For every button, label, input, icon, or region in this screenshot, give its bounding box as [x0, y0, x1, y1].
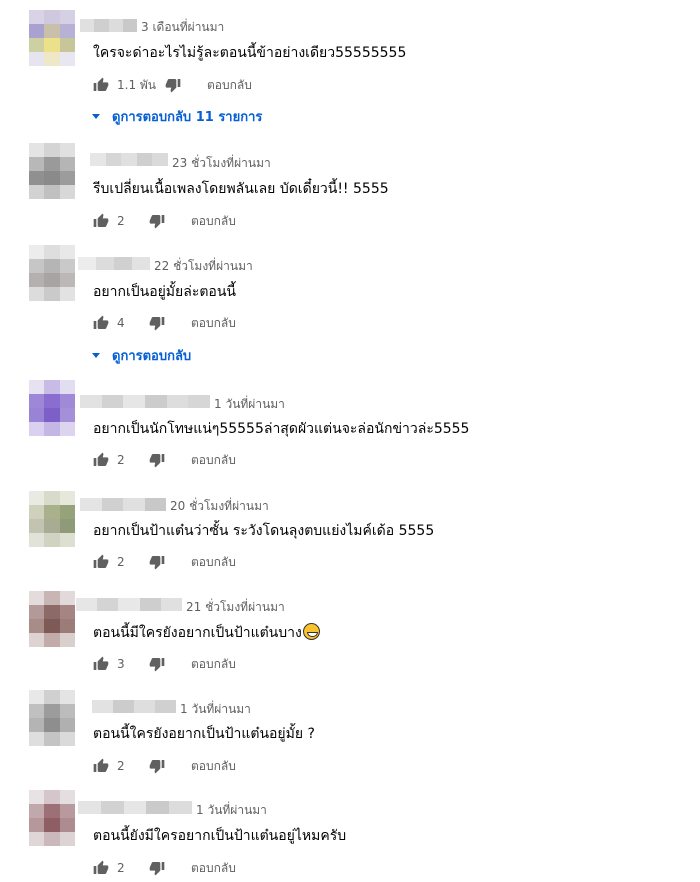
- thumbs-up-icon[interactable]: [93, 860, 109, 876]
- author-name[interactable]: [80, 498, 166, 511]
- author-name[interactable]: [92, 700, 176, 713]
- grinning-emoji-icon: [302, 623, 320, 640]
- author-name[interactable]: [78, 801, 192, 814]
- view-replies-button[interactable]: ดูการตอบกลับ: [92, 345, 191, 366]
- author-name[interactable]: [78, 257, 150, 270]
- reply-button[interactable]: ตอบกลับ: [207, 76, 252, 95]
- like-count: 2: [117, 555, 125, 569]
- avatar[interactable]: [29, 143, 75, 199]
- thumbs-up-icon[interactable]: [93, 452, 109, 468]
- comment-time[interactable]: 23 ชั่วโมงที่ผ่านมา: [172, 154, 271, 173]
- comment-time[interactable]: 1 วันที่ผ่านมา: [214, 395, 285, 414]
- like-count: 2: [117, 453, 125, 467]
- view-replies-label: ดูการตอบกลับ: [112, 349, 192, 364]
- like-count: 2: [117, 861, 125, 875]
- author-name[interactable]: [80, 395, 211, 408]
- like-count: 4: [117, 316, 125, 330]
- thumbs-down-icon[interactable]: [149, 860, 165, 876]
- avatar[interactable]: [29, 245, 75, 301]
- thumbs-down-icon[interactable]: [149, 315, 165, 331]
- reply-button[interactable]: ตอบกลับ: [191, 655, 236, 674]
- comment-time[interactable]: 21 ชั่วโมงที่ผ่านมา: [186, 598, 285, 617]
- reply-button[interactable]: ตอบกลับ: [191, 859, 236, 878]
- comment-actions: 2 ตอบกลับ: [93, 553, 236, 571]
- reply-button[interactable]: ตอบกลับ: [191, 553, 236, 572]
- thumbs-up-icon[interactable]: [93, 315, 109, 331]
- comment-text: ใครจะด่าอะไรไม่รู้ละตอนนี้ข้าอย่างเดียว5…: [93, 45, 407, 61]
- thumbs-down-icon[interactable]: [149, 656, 165, 672]
- thumbs-down-icon[interactable]: [165, 77, 181, 93]
- comment-text: ตอนนี้ยังมีใครอยากเป็นป้าแต๋นอยู่ไหมครับ: [93, 828, 347, 844]
- comment-text: ตอนนี้มีใครยังอยากเป็นป้าแต๋นบาง: [93, 622, 320, 644]
- comment-time[interactable]: 3 เดือนที่ผ่านมา: [141, 18, 224, 37]
- comment-actions: 4 ตอบกลับ: [93, 314, 236, 332]
- comment-time[interactable]: 1 วันที่ผ่านมา: [180, 700, 251, 719]
- thumbs-down-icon[interactable]: [149, 758, 165, 774]
- reply-button[interactable]: ตอบกลับ: [191, 212, 236, 231]
- reply-button[interactable]: ตอบกลับ: [191, 314, 236, 333]
- comment-actions: 2 ตอบกลับ: [93, 212, 236, 230]
- author-name[interactable]: [76, 598, 183, 611]
- comment-actions: 2 ตอบกลับ: [93, 757, 236, 775]
- comment-time[interactable]: 22 ชั่วโมงที่ผ่านมา: [154, 257, 253, 276]
- caret-down-icon: [92, 353, 100, 358]
- comment-actions: 2 ตอบกลับ: [93, 859, 236, 877]
- like-count: 2: [117, 214, 125, 228]
- comment-actions: 3 ตอบกลับ: [93, 655, 236, 673]
- avatar[interactable]: [29, 10, 75, 66]
- avatar[interactable]: [29, 591, 75, 647]
- avatar[interactable]: [29, 790, 75, 846]
- comment-time[interactable]: 20 ชั่วโมงที่ผ่านมา: [170, 497, 269, 516]
- thumbs-down-icon[interactable]: [149, 213, 165, 229]
- like-count: 3: [117, 657, 125, 671]
- comment-text: ตอนนี้ใครยังอยากเป็นป้าแต๋นอยู่มั้ย ?: [93, 726, 315, 742]
- comment-actions: 1.1 พัน ตอบกลับ: [93, 76, 252, 94]
- thumbs-up-icon[interactable]: [93, 656, 109, 672]
- thumbs-up-icon[interactable]: [93, 77, 109, 93]
- view-replies-label: ดูการตอบกลับ 11 รายการ: [112, 110, 263, 125]
- reply-button[interactable]: ตอบกลับ: [191, 757, 236, 776]
- comment-text-content: ตอนนี้มีใครยังอยากเป็นป้าแต๋นบาง: [93, 625, 302, 641]
- comment-text: รีบเปลี่ยนเนื้อเพลงโดยพลันเลย บัดเดี๋ยวน…: [93, 181, 389, 197]
- comment-text: อยากเป็นอยู่มั้ยล่ะตอนนี้: [93, 284, 236, 300]
- avatar[interactable]: [29, 491, 75, 547]
- like-count: 2: [117, 759, 125, 773]
- view-replies-button[interactable]: ดูการตอบกลับ 11 รายการ: [92, 106, 262, 127]
- comment-text: อยากเป็นนักโทษแน่ๆ55555ล่าสุดผัวแต่นจะล่…: [93, 421, 470, 437]
- author-name[interactable]: [90, 153, 168, 166]
- author-name[interactable]: [80, 19, 137, 32]
- thumbs-up-icon[interactable]: [93, 758, 109, 774]
- reply-button[interactable]: ตอบกลับ: [191, 451, 236, 470]
- thumbs-down-icon[interactable]: [149, 554, 165, 570]
- comment-actions: 2 ตอบกลับ: [93, 451, 236, 469]
- thumbs-up-icon[interactable]: [93, 554, 109, 570]
- like-count: 1.1 พัน: [117, 77, 157, 92]
- thumbs-down-icon[interactable]: [149, 452, 165, 468]
- comment-time[interactable]: 1 วันที่ผ่านมา: [196, 801, 267, 820]
- avatar[interactable]: [29, 380, 75, 436]
- comment-text: อยากเป็นป้าแต๋นว่าซั้น ระวังโดนลุงตบแย่ง…: [93, 523, 435, 539]
- caret-down-icon: [92, 114, 100, 119]
- thumbs-up-icon[interactable]: [93, 213, 109, 229]
- avatar[interactable]: [29, 690, 75, 746]
